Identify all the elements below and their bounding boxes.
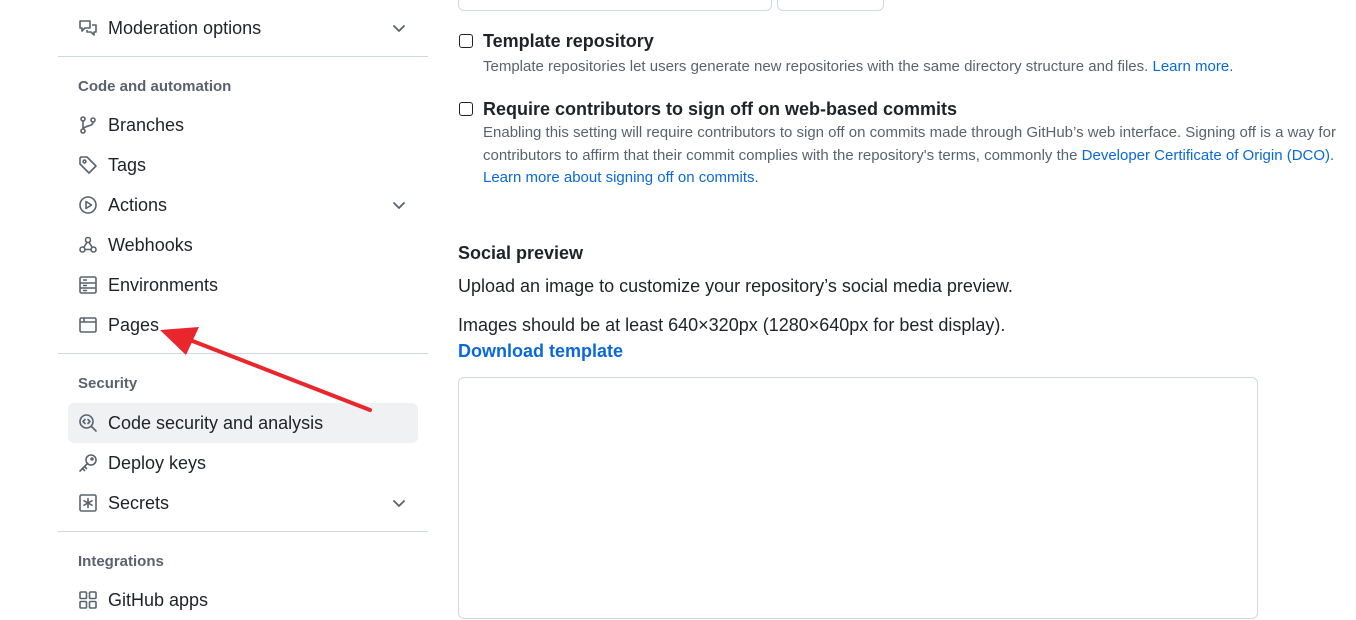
settings-main: Template repository Template repositorie… [458, 0, 1356, 619]
sidebar-item-code-security-and-analysis[interactable]: Code security and analysis [68, 403, 418, 443]
tag-icon [78, 155, 98, 175]
browser-icon [78, 315, 98, 335]
chevron-down-icon[interactable] [390, 19, 408, 37]
sidebar-item-environments[interactable]: Environments [68, 265, 418, 305]
signoff-learn-more-link[interactable]: Learn more about signing off on commits. [483, 169, 759, 186]
signoff-checkbox[interactable] [459, 102, 473, 116]
sidebar-item-label: Deploy keys [108, 452, 207, 473]
sidebar-item-label: Moderation options [108, 17, 262, 38]
template-repository-description: Template repositories let users generate… [483, 56, 1356, 79]
signoff-description: Enabling this setting will require contr… [483, 122, 1356, 190]
sidebar-item-moderation-options[interactable]: Moderation options [68, 8, 418, 48]
sidebar-divider [58, 353, 428, 354]
settings-sidebar: Moderation options Code and automation B… [58, 0, 428, 610]
sidebar-item-label: GitHub apps [108, 589, 209, 610]
apps-icon [78, 590, 98, 610]
play-icon [78, 195, 98, 215]
section-heading-code-automation: Code and automation [78, 78, 232, 95]
sidebar-item-github-apps[interactable]: GitHub apps [68, 580, 418, 620]
sidebar-item-tags[interactable]: Tags [68, 145, 418, 185]
template-repository-desc-text: Template repositories let users generate… [483, 58, 1149, 75]
chevron-down-icon[interactable] [390, 494, 408, 512]
social-preview-heading: Social preview [458, 243, 584, 263]
sidebar-item-label: Actions [108, 194, 168, 215]
sidebar-item-label: Tags [108, 154, 147, 175]
sidebar-divider [58, 56, 428, 57]
chevron-down-icon[interactable] [390, 196, 408, 214]
download-template-link[interactable]: Download template [458, 341, 623, 362]
social-preview-size-text: Images should be at least 640×320px (128… [458, 315, 1006, 335]
social-preview-image-box[interactable] [458, 377, 1258, 619]
key-asterisk-icon [78, 493, 98, 513]
server-icon [78, 275, 98, 295]
sidebar-divider [58, 531, 428, 532]
sidebar-item-branches[interactable]: Branches [68, 105, 418, 145]
template-repository-title: Template repository [483, 31, 654, 51]
codescan-icon [78, 413, 98, 433]
sidebar-item-label: Webhooks [108, 234, 193, 255]
social-preview-upload-text: Upload an image to customize your reposi… [458, 276, 1013, 296]
sidebar-item-label: Pages [108, 314, 160, 335]
learn-more-link[interactable]: Learn more. [1152, 58, 1233, 75]
signoff-title: Require contributors to sign off on web-… [483, 99, 958, 119]
sidebar-item-label: Environments [108, 274, 219, 295]
comment-discussion-icon [78, 18, 98, 38]
section-heading-security: Security [78, 375, 138, 392]
sidebar-item-label: Secrets [108, 492, 170, 513]
sidebar-item-pages[interactable]: Pages [68, 305, 418, 345]
git-branch-icon [78, 115, 98, 135]
key-icon [78, 453, 98, 473]
button-partial[interactable] [777, 0, 884, 11]
sidebar-item-webhooks[interactable]: Webhooks [68, 225, 418, 265]
sidebar-item-actions[interactable]: Actions [68, 185, 418, 225]
webhook-icon [78, 235, 98, 255]
sidebar-item-deploy-keys[interactable]: Deploy keys [68, 443, 418, 483]
template-repository-checkbox[interactable] [459, 34, 473, 48]
section-heading-integrations: Integrations [78, 553, 164, 570]
sidebar-item-secrets[interactable]: Secrets [68, 483, 418, 523]
sidebar-item-label: Branches [108, 114, 185, 135]
text-input-partial[interactable] [458, 0, 772, 11]
dco-link[interactable]: Developer Certificate of Origin (DCO). [1082, 147, 1335, 164]
sidebar-item-label: Code security and analysis [108, 412, 324, 433]
